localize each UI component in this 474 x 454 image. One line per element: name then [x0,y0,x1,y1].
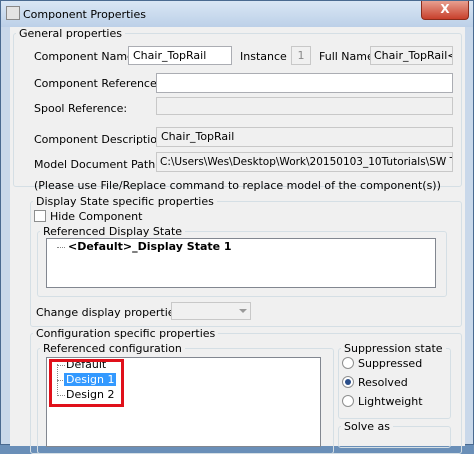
hide-component-label: Hide Component [50,210,143,223]
referenced-display-state-legend: Referenced Display State [43,225,183,238]
display-state-item[interactable]: <Default>_Display State 1 [66,240,234,253]
component-name-input[interactable]: Chair_TopRail [128,46,232,65]
chevron-down-icon [239,309,247,313]
solve-as-legend: Solve as [344,420,391,433]
dialog-body: General properties Component Name: Chair… [10,27,465,454]
tree-connector [57,247,65,248]
full-name-label: Full Name: [319,50,378,63]
suppressed-radio[interactable] [342,357,354,369]
instance-id-field: 1 [291,46,311,65]
component-reference-input[interactable] [156,73,453,93]
window-title: Component Properties [23,8,146,21]
title-bar[interactable]: Component Properties X [1,1,473,27]
app-icon [6,6,20,20]
lightweight-radio[interactable] [342,395,354,407]
suppressed-label: Suppressed [358,357,423,370]
change-display-dropdown[interactable] [171,302,251,320]
general-properties-legend: General properties [19,27,122,40]
highlight-box [49,359,124,407]
spool-reference-field [156,97,453,115]
referenced-configuration-legend: Referenced configuration [43,342,182,355]
solve-as-group: Solve as [338,420,451,448]
spool-reference-label: Spool Reference: [34,102,128,115]
hide-component-checkbox[interactable] [34,210,46,222]
component-description-field: Chair_TopRail [156,127,453,147]
component-properties-dialog: Component Properties X General propertie… [0,0,474,454]
component-name-label: Component Name: [34,50,138,63]
display-state-legend: Display State specific properties [36,195,214,208]
replace-model-note: (Please use File/Replace command to repl… [34,179,441,192]
full-name-field: Chair_TopRail<1> [370,46,453,65]
display-state-list[interactable]: <Default>_Display State 1 [46,238,436,288]
model-document-path-label: Model Document Path: [34,158,159,171]
suppression-state-legend: Suppression state [344,342,443,355]
component-description-label: Component Description: [34,133,168,146]
model-document-path-field: C:\Users\Wes\Desktop\Work\20150103_10Tut… [156,152,453,172]
component-reference-label: Component Reference: [34,77,161,90]
resolved-label: Resolved [358,376,408,389]
lightweight-label: Lightweight [358,395,423,408]
configuration-legend: Configuration specific properties [36,327,216,340]
close-button[interactable]: X [421,1,469,20]
resolved-radio[interactable] [342,376,354,388]
